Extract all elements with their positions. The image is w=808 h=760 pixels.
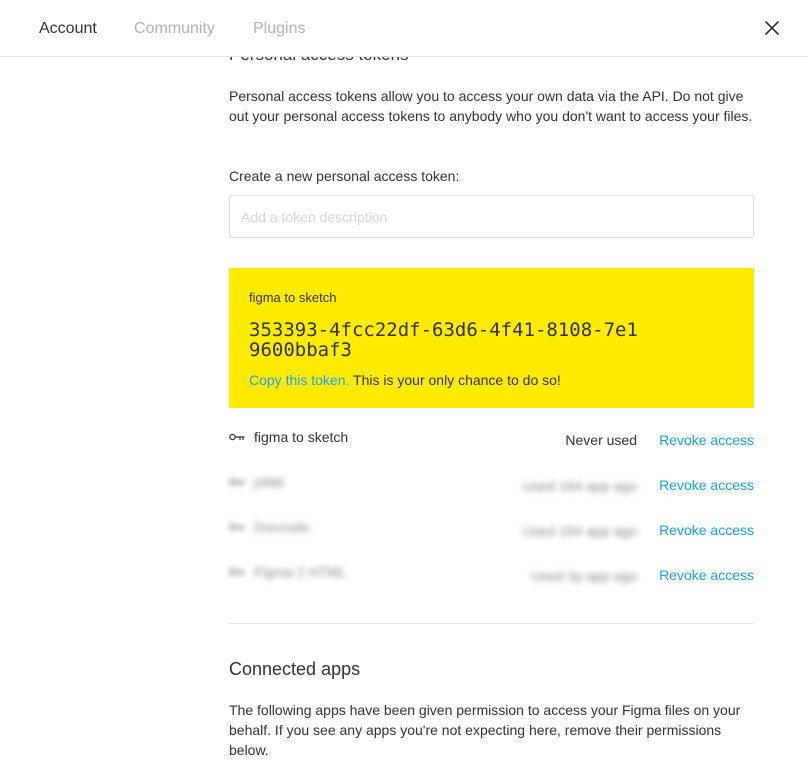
token-status: Used 184 app ago bbox=[522, 523, 637, 539]
key-icon bbox=[229, 478, 245, 486]
key-icon bbox=[229, 523, 245, 531]
personal-tokens-description: Personal access tokens allow you to acce… bbox=[229, 88, 753, 124]
close-button[interactable] bbox=[760, 16, 784, 40]
new-token-card: figma to sketch 353393-4fcc22df-63d6-4f4… bbox=[229, 268, 754, 408]
copy-token-row: Copy this token. This is your only chanc… bbox=[249, 371, 734, 389]
token-status: Never used bbox=[565, 432, 637, 448]
connected-apps-description: The following apps have been given permi… bbox=[229, 702, 741, 758]
token-status: Used 184 app ago bbox=[522, 478, 637, 494]
token-list-item: Doccode Used 184 app ago Revoke access bbox=[229, 518, 754, 540]
new-token-name: figma to sketch bbox=[249, 290, 337, 305]
token-list-item: Figma 2 HTML Used 3y app ago Revoke acce… bbox=[229, 563, 754, 585]
copy-token-link[interactable]: Copy this token. bbox=[249, 372, 349, 388]
key-icon bbox=[229, 568, 245, 576]
token-status: Used 3y app ago bbox=[531, 568, 637, 584]
section-divider bbox=[229, 623, 754, 624]
token-list-item: jsfdd Used 184 app ago Revoke access bbox=[229, 473, 754, 495]
token-name: Figma 2 HTML bbox=[254, 564, 347, 580]
copy-token-note: This is your only chance to do so! bbox=[353, 372, 561, 388]
revoke-access-link[interactable]: Revoke access bbox=[659, 431, 754, 449]
token-name: Doccode bbox=[254, 519, 310, 535]
token-list-item: figma to sketch Never used Revoke access bbox=[229, 428, 754, 450]
revoke-access-link[interactable]: Revoke access bbox=[659, 566, 754, 584]
token-description-input[interactable] bbox=[229, 195, 754, 238]
close-icon bbox=[765, 21, 779, 35]
tab-plugins[interactable]: Plugins bbox=[253, 19, 305, 39]
revoke-access-link[interactable]: Revoke access bbox=[659, 476, 754, 494]
top-navigation-bar: Account Community Plugins bbox=[0, 0, 808, 57]
tab-account[interactable]: Account bbox=[39, 19, 97, 39]
token-name: figma to sketch bbox=[254, 429, 349, 445]
new-token-value: 353393-4fcc22df-63d6-4f41-8108-7e19600bb… bbox=[249, 319, 638, 361]
connected-apps-title: Connected apps bbox=[229, 659, 361, 679]
create-token-label: Create a new personal access token: bbox=[229, 168, 460, 184]
revoke-access-link[interactable]: Revoke access bbox=[659, 521, 754, 539]
key-icon bbox=[229, 433, 245, 441]
tab-community[interactable]: Community bbox=[134, 19, 215, 39]
token-name: jsfdd bbox=[254, 474, 284, 490]
